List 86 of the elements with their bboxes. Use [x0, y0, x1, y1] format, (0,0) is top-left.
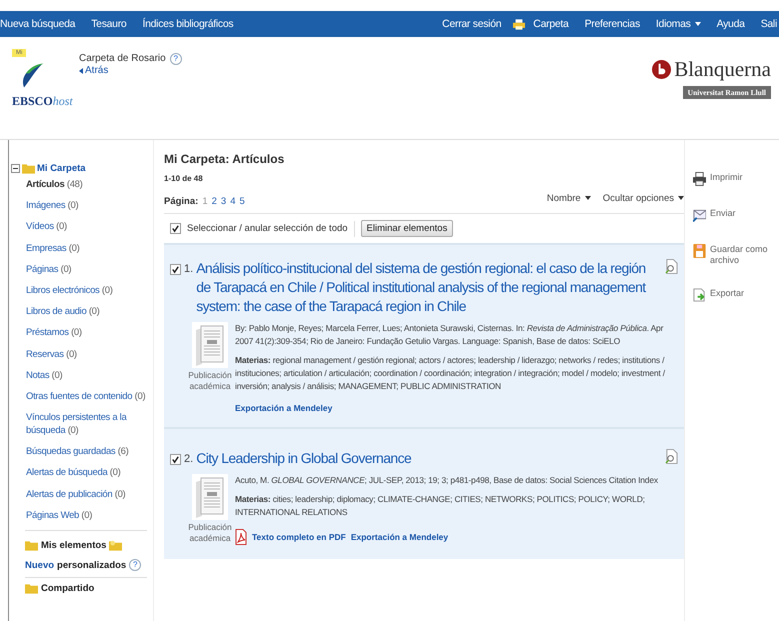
sidebar-item[interactable]: Alertas de búsqueda (0) — [11, 466, 153, 480]
sidebar-item[interactable]: Otras fuentes de contenido (0) — [11, 390, 153, 403]
result-checkbox[interactable] — [170, 264, 181, 275]
folder-title: Carpeta de Rosario — [79, 53, 166, 64]
help-icon[interactable]: ? — [170, 53, 182, 65]
delete-button[interactable]: Eliminar elementos — [360, 220, 454, 237]
folder-link[interactable]: Mi Carpeta — [37, 163, 86, 174]
nav-link[interactable]: Preferencias — [576, 18, 648, 30]
nav-link[interactable]: Sali — [752, 18, 779, 30]
brand-logo-icon — [652, 60, 672, 79]
page-link[interactable]: 3 — [220, 196, 226, 207]
nav-link[interactable]: Ayuda — [708, 18, 753, 30]
caret-icon — [584, 196, 591, 200]
sidebar-item[interactable]: Vídeos (0) — [11, 220, 153, 234]
preview-icon[interactable] — [665, 449, 678, 464]
page-label: Página: — [164, 196, 198, 207]
sidebar-item[interactable]: Préstamos (0) — [11, 326, 153, 340]
result-number: 1. — [184, 263, 194, 275]
nav-link[interactable]: Carpeta — [525, 18, 577, 30]
tool-link[interactable]: Imprimir — [693, 172, 779, 186]
sidebar-item[interactable]: Alertas de publicación (0) — [11, 488, 153, 501]
caret-icon — [678, 196, 684, 200]
sidebar-item[interactable]: Reservas (0) — [11, 348, 153, 360]
result-range: 1-10 de 48 — [164, 174, 204, 183]
result-title-link[interactable]: Análisis político-institucional del sistema de gestión regional: el caso de la región de Tarapacá en Chile / Political institutional analysis of the regional management system: the case of the Tarapacá region in Chile — [196, 259, 662, 316]
envelope-icon — [693, 208, 706, 222]
folder-icon — [22, 163, 35, 174]
sort-dropdown[interactable]: Nombre — [546, 189, 591, 207]
page-link[interactable]: 5 — [240, 196, 245, 207]
tool-link[interactable]: Guardar como archivo — [693, 244, 779, 266]
export-icon — [693, 288, 706, 302]
options-dropdown[interactable]: Ocultar opciones — [602, 189, 684, 207]
nav-link[interactable]: Nueva búsqueda — [0, 18, 84, 30]
tool-link[interactable]: Enviar — [693, 208, 779, 222]
sidebar-item[interactable]: Páginas (0) — [11, 262, 153, 276]
sidebar-item[interactable]: Búsquedas guardadas (6) — [11, 445, 153, 458]
caret-icon — [694, 22, 701, 26]
nav-link[interactable]: Cerrar sesión — [434, 18, 510, 30]
printer-icon — [513, 18, 526, 30]
sidebar-item[interactable]: Imágenes (0) — [11, 199, 153, 212]
ebsco-logo: EBSCOhost — [12, 94, 74, 109]
section-title: Compartido — [41, 583, 94, 594]
section-title: personalizados — [57, 560, 126, 570]
document-icon — [192, 322, 228, 368]
sidebar-item[interactable]: Notas (0) — [11, 368, 153, 382]
result-number: 2. — [184, 453, 194, 465]
select-all-label: Seleccionar / anular selección de todo — [187, 223, 348, 234]
citation-details: Acuto, M. GLOBAL GOVERNANCE; JUL-SEP, 2013; 19; 3; p481-p498, Base de datos: Social Sciences Citation Index — [235, 474, 659, 487]
publication-type: Publicación académica — [188, 522, 232, 544]
result-title-link[interactable]: City Leadership in Global Governance — [196, 449, 662, 468]
result-link[interactable]: Exportación a Mendeley — [350, 532, 448, 542]
preview-icon[interactable] — [665, 259, 678, 274]
help-icon[interactable]: ? — [129, 559, 142, 571]
sidebar-item[interactable]: Vínculos persistentes a la búsqueda (0) — [11, 411, 153, 438]
result-link[interactable]: Texto completo en PDF — [252, 532, 346, 542]
printer-icon — [693, 172, 706, 186]
section-title: Mis elementos — [41, 540, 106, 551]
sidebar-item[interactable]: Páginas Web (0) — [11, 508, 153, 522]
tool-link[interactable]: Exportar — [693, 288, 779, 302]
sidebar-item[interactable]: Libros de audio (0) — [11, 305, 153, 318]
select-all-checkbox[interactable] — [170, 223, 181, 234]
collapse-icon[interactable] — [11, 164, 20, 173]
pdf-icon — [235, 529, 247, 545]
new-folder-icon — [109, 540, 122, 551]
result-checkbox[interactable] — [170, 454, 181, 465]
result-link[interactable]: Exportación a Mendeley — [235, 403, 332, 413]
publication-type: Publicación académica — [188, 370, 232, 392]
sidebar-item[interactable]: Artículos (48) — [11, 178, 153, 191]
nav-link[interactable]: Tesauro — [83, 18, 134, 30]
back-arrow-icon — [79, 68, 83, 74]
nav-link[interactable]: Índices bibliográficos — [134, 18, 242, 30]
sidebar-item[interactable]: Libros electrónicos (0) — [11, 284, 153, 297]
brand-name: Blanquerna — [674, 57, 771, 82]
back-link[interactable]: Atrás — [79, 65, 652, 76]
page-link[interactable]: 2 — [212, 196, 217, 207]
page-title: Mi Carpeta: Artículos — [164, 152, 286, 166]
document-icon — [192, 474, 228, 520]
citation-details: By: Pablo Monje, Reyes; Marcela Ferrer, Lues; Antonieta Surawski, Cisternas. In: Revista de Administração Pública. Apr 2007 41(2):309-354; Rio de Janeiro: Fundação Getulio Vargas. Language: Spanish, Base de datos: SciELO — [235, 322, 664, 348]
nav-link[interactable]: Idiomas — [648, 18, 709, 30]
new-link[interactable]: Nuevo — [25, 560, 54, 570]
folder-icon — [25, 583, 38, 594]
subject-terms: Materias: regional management / gestión regional; actors / actores; leadership / liderazgo; networks / redes; institutions / instituciones; articulation / articulación; coordination / coordinación; integration / integración; model / modelo; investment / inversión; analysis / análisis; MANAGEMENT; PUBLIC ADMINISTRATION — [235, 354, 666, 393]
subject-terms: Materias: cities; leadership; diplomacy; CLIMATE-CHANGE; CITIES; NETWORKS; POLITICS; POLICY; WORLD; INTERNATIONAL RELATIONS — [235, 493, 646, 519]
page-link[interactable]: 4 — [230, 196, 236, 207]
folder-icon — [25, 540, 38, 551]
sidebar-item[interactable]: Empresas (0) — [11, 242, 153, 255]
